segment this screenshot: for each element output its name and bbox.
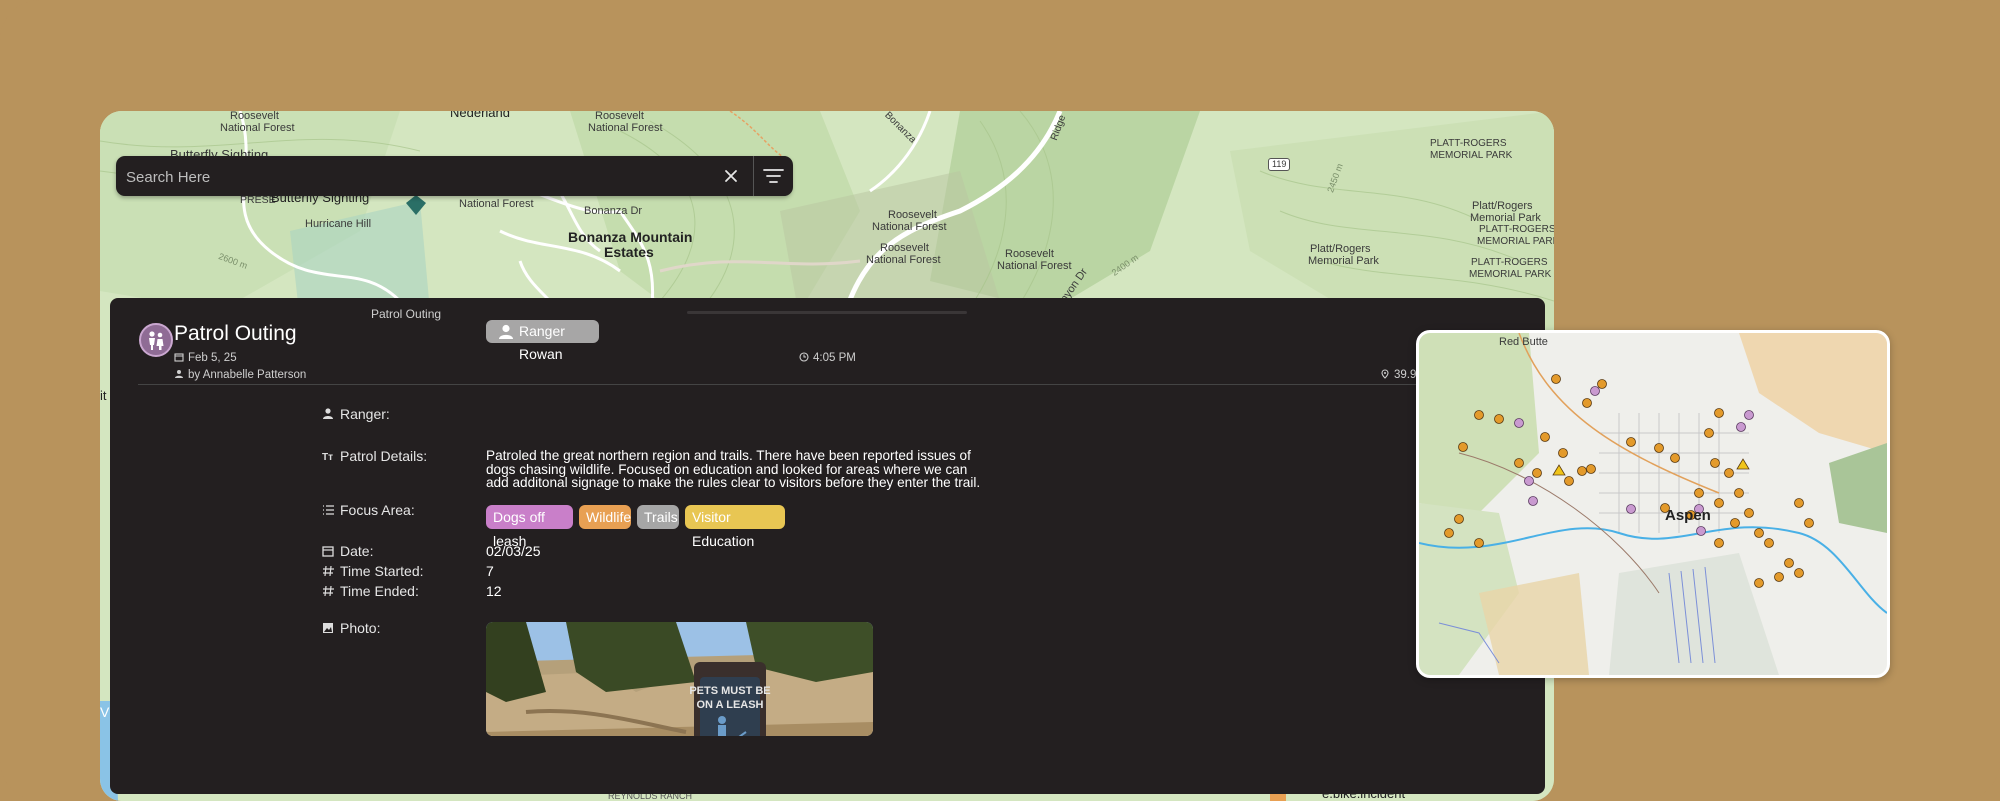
clock-icon	[799, 352, 809, 362]
panel-author: by Annabelle Patterson	[174, 369, 306, 381]
location-pin-icon	[1381, 369, 1389, 379]
calendar-icon	[174, 353, 184, 362]
date-value: 02/03/25	[486, 543, 541, 559]
map-label-nederland: Nederland	[450, 111, 510, 120]
photo-label: Photo:	[322, 620, 380, 636]
person-icon	[175, 370, 183, 378]
focus-tag-wildlife[interactable]: Wildlife	[579, 505, 631, 529]
map-label-estates: Estates	[604, 244, 654, 260]
person-icon	[499, 324, 513, 339]
map-label-memorial-park: Memorial Park	[1308, 255, 1379, 267]
patrol-photo[interactable]: PETS MUST BE ON A LEASH	[486, 622, 873, 736]
panel-date: Feb 5, 25	[174, 352, 237, 364]
route-119-shield: 119	[1268, 158, 1291, 171]
map-label-national-forest: National Forest	[866, 254, 941, 266]
focus-tag-dogs-off-leash[interactable]: Dogs off leash	[486, 505, 573, 549]
clear-search-button[interactable]	[718, 163, 744, 189]
ranger-name: Ranger Rowan	[519, 323, 565, 362]
coordinates-text: 39.9	[1394, 369, 1417, 381]
ranger-chip[interactable]: Ranger Rowan	[486, 320, 599, 362]
time-text: 4:05 PM	[813, 352, 856, 364]
time-started-label: Time Started:	[322, 563, 424, 579]
sign-text-line-1: PETS MUST BE	[689, 685, 770, 697]
text-format-icon: Tт	[322, 452, 333, 463]
time-ended-value: 12	[486, 583, 502, 599]
time-ended-label: Time Ended:	[322, 583, 419, 599]
hash-icon	[323, 565, 334, 577]
map-label-national-forest: National Forest	[220, 122, 295, 134]
search-input[interactable]	[124, 156, 728, 198]
panel-location: 39.9	[1380, 369, 1416, 381]
page-title: Patrol Outing	[174, 322, 297, 345]
calendar-icon	[322, 546, 334, 557]
list-icon	[323, 505, 334, 515]
panel-breadcrumb: Patrol Outing	[371, 307, 442, 321]
map-label-national-forest: National Forest	[588, 122, 663, 134]
focus-tag-visitor-education[interactable]: Visitor Education	[685, 505, 785, 549]
map-label-memorial-park: MEMORIAL PARK	[1430, 150, 1513, 161]
panel-divider	[138, 384, 1545, 385]
image-icon	[323, 623, 333, 633]
author-text: by Annabelle Patterson	[188, 369, 307, 381]
focus-area-label: Focus Area:	[322, 502, 415, 518]
map-label-bonanza-estates: Bonanza Mountain	[568, 229, 693, 245]
map-label-memorial-park: MEMORIAL PARK	[1477, 236, 1554, 247]
ranger-field-label: Ranger:	[322, 406, 390, 422]
map-label-national-forest: National Forest	[872, 221, 947, 233]
patrol-details-text: Patroled the great northern region and t…	[486, 448, 981, 491]
map-label-left-v: V	[100, 704, 110, 720]
time-started-value: 7	[486, 563, 494, 579]
focus-tag-trails[interactable]: Trails	[637, 505, 679, 529]
search-bar	[116, 156, 792, 198]
date-label: Date:	[322, 543, 373, 559]
page-background: Nederland Roosevelt National Forest Roos…	[0, 0, 2000, 801]
map-label-hurricane-hill: Hurricane Hill	[305, 218, 372, 230]
patrol-details-label: Tт Patrol Details:	[322, 448, 428, 464]
hash-icon	[323, 585, 334, 597]
inset-map-canvas	[1419, 333, 1887, 675]
filter-icon	[763, 169, 784, 183]
photo-image: PETS MUST BE ON A LEASH	[486, 622, 873, 736]
map-label-national-forest: National Forest	[997, 260, 1072, 272]
panel-time: 4:05 PM	[799, 352, 856, 364]
person-icon	[323, 408, 333, 419]
map-label-left-it: it	[100, 388, 107, 403]
map-label-bonanza-dr: Bonanza Dr	[584, 205, 643, 217]
date-text: Feb 5, 25	[188, 352, 237, 364]
svg-text:Tт: Tт	[322, 452, 333, 462]
sign-text-line-2: ON A LEASH	[696, 699, 763, 711]
people-icon	[149, 331, 164, 350]
inset-overview-map[interactable]: Red Butte Aspen	[1416, 330, 1890, 678]
patrol-avatar	[139, 323, 173, 357]
panel-drag-handle[interactable]	[687, 311, 967, 314]
inset-label-red-butte: Red Butte	[1499, 336, 1548, 348]
inset-label-aspen: Aspen	[1665, 507, 1711, 524]
map-label-memorial-park: MEMORIAL PARK	[1469, 269, 1552, 280]
filter-button[interactable]	[753, 156, 793, 196]
close-icon	[725, 170, 737, 182]
map-label-national-forest: National Forest	[459, 198, 534, 210]
